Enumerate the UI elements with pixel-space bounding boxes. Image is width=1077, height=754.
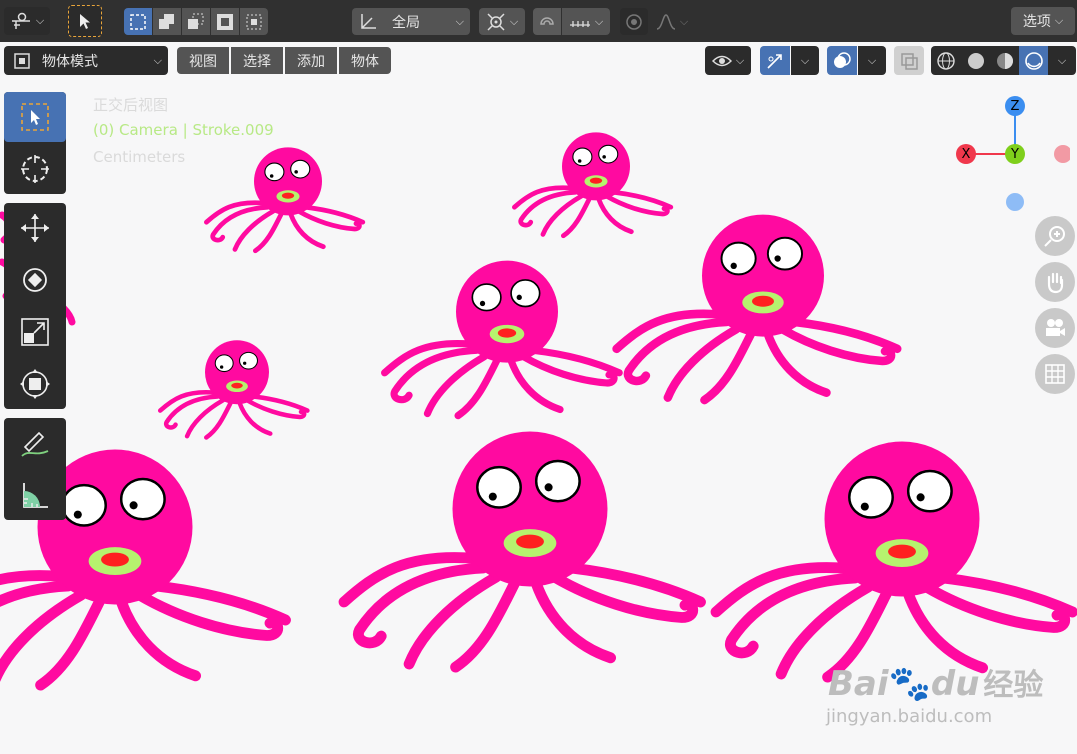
ortho-toggle-button[interactable] [1035, 354, 1075, 394]
tool-measure[interactable] [4, 470, 66, 520]
move-icon [21, 214, 49, 242]
tool-rotate[interactable] [4, 255, 66, 305]
rotate-icon [23, 268, 47, 292]
watermark-brand-text: Bai [828, 664, 889, 704]
pencil-icon [21, 431, 49, 457]
tool-annotate[interactable] [4, 418, 66, 468]
tool-move[interactable] [4, 203, 66, 253]
grid-icon [1045, 364, 1065, 384]
gizmo-axis-y[interactable]: Y [1005, 144, 1025, 164]
watermark-brand: Bai🐾du 经验 [828, 660, 1043, 704]
measure-icon [23, 483, 48, 508]
select-box-icon [21, 103, 49, 131]
tool-transform[interactable] [4, 359, 66, 409]
tool-select-box[interactable] [4, 92, 66, 142]
hand-icon [1047, 272, 1064, 294]
scale-icon [21, 318, 49, 346]
transform-icon [20, 369, 50, 399]
crosshair-icon [21, 155, 49, 183]
view-name: 正交后视图 [93, 96, 169, 114]
toolbar-select-group [4, 92, 66, 194]
tool-scale[interactable] [4, 307, 66, 357]
object-info: (0) Camera | Stroke.009 [93, 121, 274, 139]
gizmo-axis-x[interactable]: X [956, 144, 976, 164]
toolbar-transform-group [4, 203, 66, 409]
units-label: Centimeters [93, 148, 186, 166]
watermark-suffix: 经验 [983, 668, 1044, 703]
pan-button[interactable] [1035, 262, 1075, 302]
toolbar-annotate-group [4, 418, 66, 520]
gizmo-axis-z[interactable]: Z [1005, 96, 1025, 116]
camera-view-button[interactable] [1035, 308, 1075, 348]
camera-icon [1046, 319, 1065, 336]
zoom-icon [1044, 226, 1065, 247]
tool-cursor[interactable] [4, 144, 66, 194]
octopus-drawing [0, 132, 1073, 685]
zoom-button[interactable] [1035, 216, 1075, 256]
paw-icon: 🐾 [888, 664, 931, 704]
watermark-url: jingyan.baidu.com [826, 706, 993, 727]
watermark-brand-text-2: du [930, 664, 980, 704]
